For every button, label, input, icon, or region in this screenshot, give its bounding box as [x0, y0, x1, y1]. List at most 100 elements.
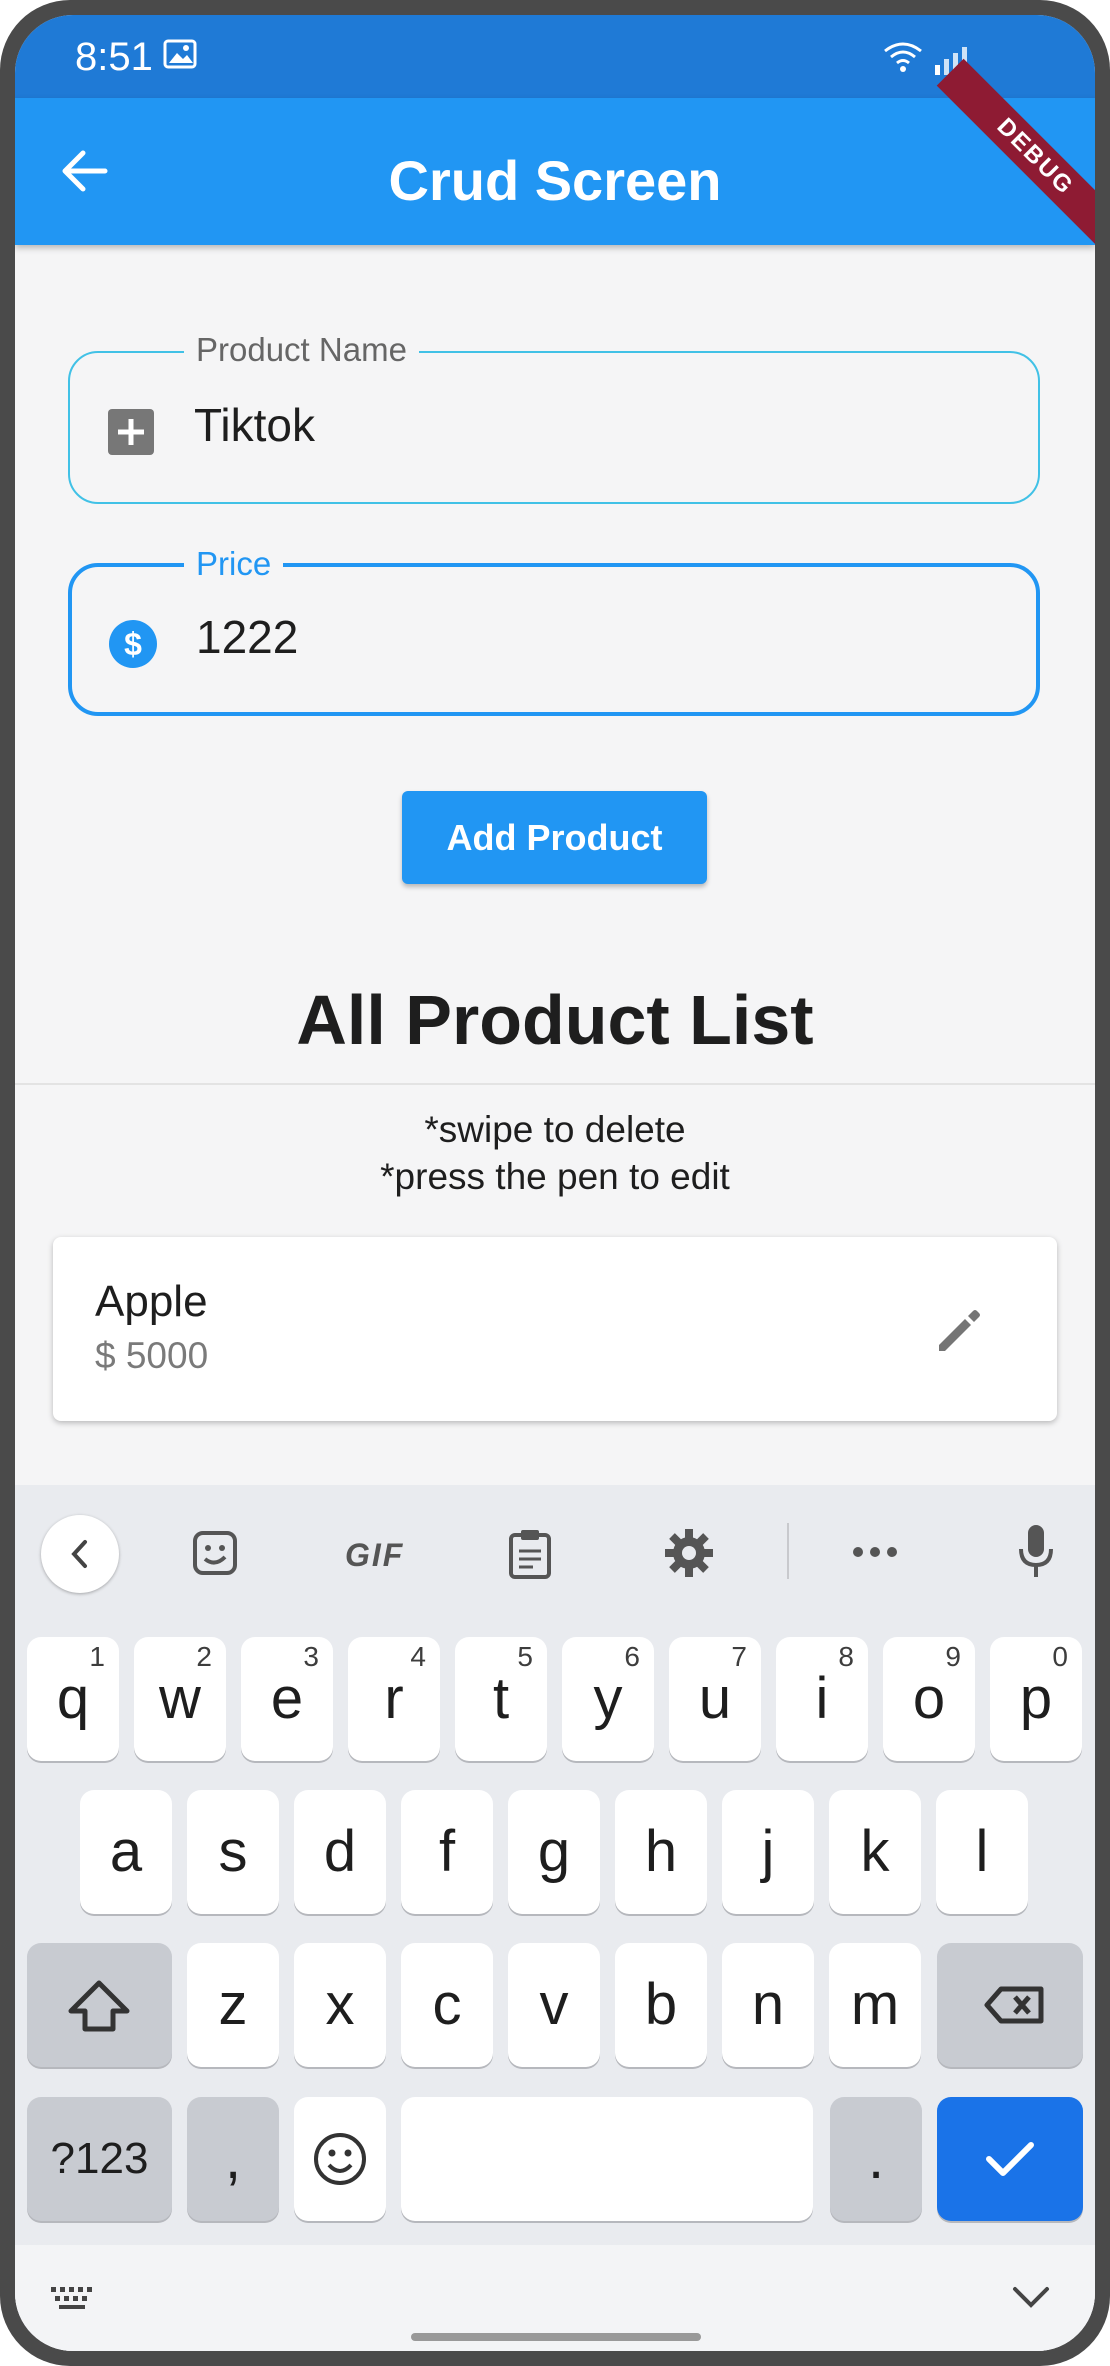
backspace-icon	[984, 1986, 1044, 2024]
price-value: 1222	[196, 611, 299, 663]
key-a[interactable]: a	[80, 1790, 172, 1914]
key-o[interactable]: o9	[883, 1637, 975, 1761]
key-y[interactable]: y6	[562, 1637, 654, 1761]
key-hint-number: 5	[517, 1641, 533, 1672]
soft-keyboard: GIF ?123 , . q 1 w 2 e 3 r 4 t 5 y 6 u 7…	[15, 1485, 1095, 2351]
key-label: r	[384, 1666, 404, 1731]
key-hint-number: 3	[303, 1641, 319, 1672]
key-s[interactable]: s	[187, 1790, 279, 1914]
toolbar-separator	[787, 1523, 789, 1579]
key-label: k	[860, 1819, 890, 1884]
price-field[interactable]: Price $ 1222	[68, 545, 1040, 716]
key-x[interactable]: x	[294, 1943, 386, 2067]
comma-key[interactable]: ,	[187, 2097, 279, 2221]
key-hint-number: 1	[89, 1641, 105, 1672]
edit-pen-icon[interactable]	[933, 1305, 985, 1357]
key-label: e	[270, 1666, 304, 1731]
key-label: x	[325, 1972, 355, 2037]
period-key[interactable]: .	[830, 2097, 922, 2221]
chevron-down-icon[interactable]	[1011, 2285, 1051, 2309]
key-label: i	[815, 1666, 829, 1731]
microphone-icon[interactable]	[1017, 1523, 1055, 1579]
shift-icon	[68, 1980, 130, 2032]
key-label: a	[109, 1819, 143, 1884]
key-t[interactable]: t5	[455, 1637, 547, 1761]
key-i[interactable]: i8	[776, 1637, 868, 1761]
add-product-button[interactable]: Add Product	[402, 791, 707, 884]
key-label: b	[644, 1972, 678, 2037]
emoji-key[interactable]	[294, 2097, 386, 2221]
settings-gear-icon[interactable]	[663, 1527, 715, 1579]
key-e[interactable]: e3	[241, 1637, 333, 1761]
more-options-icon[interactable]	[851, 1545, 899, 1559]
key-hint-number: 0	[1052, 1641, 1068, 1672]
key-k[interactable]: k	[829, 1790, 921, 1914]
key-b[interactable]: b	[615, 1943, 707, 2067]
status-time: 8:51	[75, 35, 153, 79]
device-frame: 8:51 Crud Screen DEBUG Product Name Tikt…	[0, 0, 1110, 2366]
key-label: y	[593, 1666, 623, 1731]
key-label: g	[537, 1819, 571, 1884]
key-l[interactable]: l	[936, 1790, 1028, 1914]
key-label: s	[218, 1819, 248, 1884]
key-label: u	[698, 1666, 732, 1731]
key-hint-number: 4	[410, 1641, 426, 1672]
product-name-field[interactable]: Product Name Tiktok	[68, 331, 1040, 504]
svg-text:$: $	[124, 626, 142, 662]
emoji-smile-icon	[314, 2133, 366, 2185]
key-w[interactable]: w2	[134, 1637, 226, 1761]
list-title: All Product List	[296, 981, 814, 1059]
backspace-key[interactable]	[937, 1943, 1083, 2067]
key-z[interactable]: z	[187, 1943, 279, 2067]
key-p[interactable]: p0	[990, 1637, 1082, 1761]
key-label: p	[1019, 1666, 1053, 1731]
key-c[interactable]: c	[401, 1943, 493, 2067]
key-g[interactable]: g	[508, 1790, 600, 1914]
key-hint-number: 2	[196, 1641, 212, 1672]
key-u[interactable]: u7	[669, 1637, 761, 1761]
key-label: j	[761, 1819, 775, 1884]
dollar-icon: $	[109, 620, 157, 668]
key-label: o	[912, 1666, 946, 1731]
symbols-key[interactable]: ?123	[27, 2097, 172, 2221]
keyboard-back-button[interactable]	[41, 1515, 119, 1593]
swipe-hint: *swipe to delete	[424, 1109, 686, 1150]
sticker-icon[interactable]	[191, 1529, 239, 1577]
product-name-value: Tiktok	[194, 399, 315, 451]
key-label: l	[975, 1819, 989, 1884]
key-label: d	[323, 1819, 357, 1884]
checkmark-icon	[986, 2142, 1034, 2176]
key-label: n	[751, 1972, 785, 2037]
image-notification-icon	[163, 39, 197, 69]
space-key[interactable]	[401, 2097, 813, 2221]
key-n[interactable]: n	[722, 1943, 814, 2067]
key-m[interactable]: m	[829, 1943, 921, 2067]
status-bar: 8:51	[15, 15, 1095, 98]
key-label: m	[850, 1972, 900, 2037]
key-label: c	[432, 1972, 462, 2037]
key-v[interactable]: v	[508, 1943, 600, 2067]
clipboard-icon[interactable]	[507, 1527, 553, 1579]
key-hint-number: 6	[624, 1641, 640, 1672]
shift-key[interactable]	[27, 1943, 172, 2067]
keyboard-switch-icon[interactable]	[49, 2283, 99, 2313]
key-h[interactable]: h	[615, 1790, 707, 1914]
wifi-signal-icons	[884, 42, 967, 75]
key-label: z	[218, 1972, 248, 2037]
key-hint-number: 8	[838, 1641, 854, 1672]
home-indicator[interactable]	[411, 2333, 701, 2341]
product-name-label: Product Name	[184, 331, 419, 369]
key-label: q	[56, 1666, 90, 1731]
key-d[interactable]: d	[294, 1790, 386, 1914]
key-j[interactable]: j	[722, 1790, 814, 1914]
list-item[interactable]: Apple $ 5000	[53, 1237, 1057, 1421]
key-label: w	[159, 1666, 201, 1731]
done-key[interactable]	[937, 2097, 1083, 2221]
key-label: v	[539, 1972, 569, 2037]
key-r[interactable]: r4	[348, 1637, 440, 1761]
screen: 8:51 Crud Screen DEBUG Product Name Tikt…	[15, 15, 1095, 2351]
page-title: Crud Screen	[388, 149, 722, 212]
key-f[interactable]: f	[401, 1790, 493, 1914]
gif-button[interactable]: GIF	[345, 1537, 404, 1574]
key-q[interactable]: q1	[27, 1637, 119, 1761]
